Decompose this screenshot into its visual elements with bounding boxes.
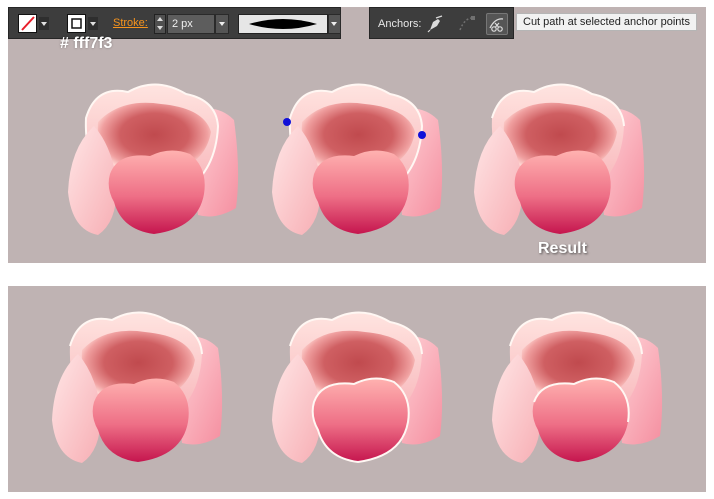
front-petal [108, 150, 205, 234]
rose-step-4 [52, 311, 223, 463]
stroke-toolbar: Stroke: 2 px [8, 7, 341, 39]
front-petal [532, 378, 629, 462]
anchors-label: Anchors: [378, 18, 422, 30]
stroke-weight-input[interactable]: 2 px [167, 14, 215, 34]
rose-illustration-anchors [272, 83, 443, 235]
tooltip: Cut path at selected anchor points [516, 13, 697, 31]
front-petal [92, 378, 189, 462]
none-color-icon [21, 16, 35, 31]
rose-illustration-result [474, 83, 645, 235]
anchors-toolbar: Anchors: [369, 7, 514, 39]
spinner-down-icon[interactable] [157, 26, 163, 30]
scissors-anchor-icon [489, 18, 504, 32]
convert-anchor-button[interactable] [424, 13, 446, 35]
stroke-label[interactable]: Stroke: [113, 17, 148, 29]
variable-width-profile[interactable] [238, 14, 328, 34]
front-petal [312, 150, 409, 234]
stroke-square-icon [71, 18, 82, 29]
fill-swatch[interactable] [18, 14, 37, 33]
stroke-weight-spinner[interactable] [154, 14, 166, 34]
stroke-swatch[interactable] [67, 14, 86, 33]
pen-anchor-icon [427, 15, 443, 33]
smooth-curve-icon [459, 16, 475, 31]
cut-path-button[interactable] [486, 13, 508, 35]
color-hex-label: # fff7f3 [60, 35, 113, 52]
front-petal [514, 150, 611, 234]
result-label: Result [538, 240, 587, 257]
rose-step-6 [492, 311, 663, 463]
fill-dropdown-icon[interactable] [39, 17, 49, 30]
width-profile-icon [249, 19, 317, 29]
front-petal [311, 377, 410, 464]
selected-anchor-point-left[interactable] [283, 118, 291, 126]
stroke-weight-dropdown-icon[interactable] [215, 14, 229, 34]
smooth-anchor-button[interactable] [456, 13, 478, 35]
rose-step-5 [272, 311, 443, 464]
profile-dropdown-icon[interactable] [328, 14, 341, 34]
selected-anchor-point-right[interactable] [418, 131, 426, 139]
rose-illustration [68, 83, 239, 235]
spinner-up-icon[interactable] [157, 17, 163, 21]
stroke-dropdown-icon[interactable] [88, 17, 98, 30]
